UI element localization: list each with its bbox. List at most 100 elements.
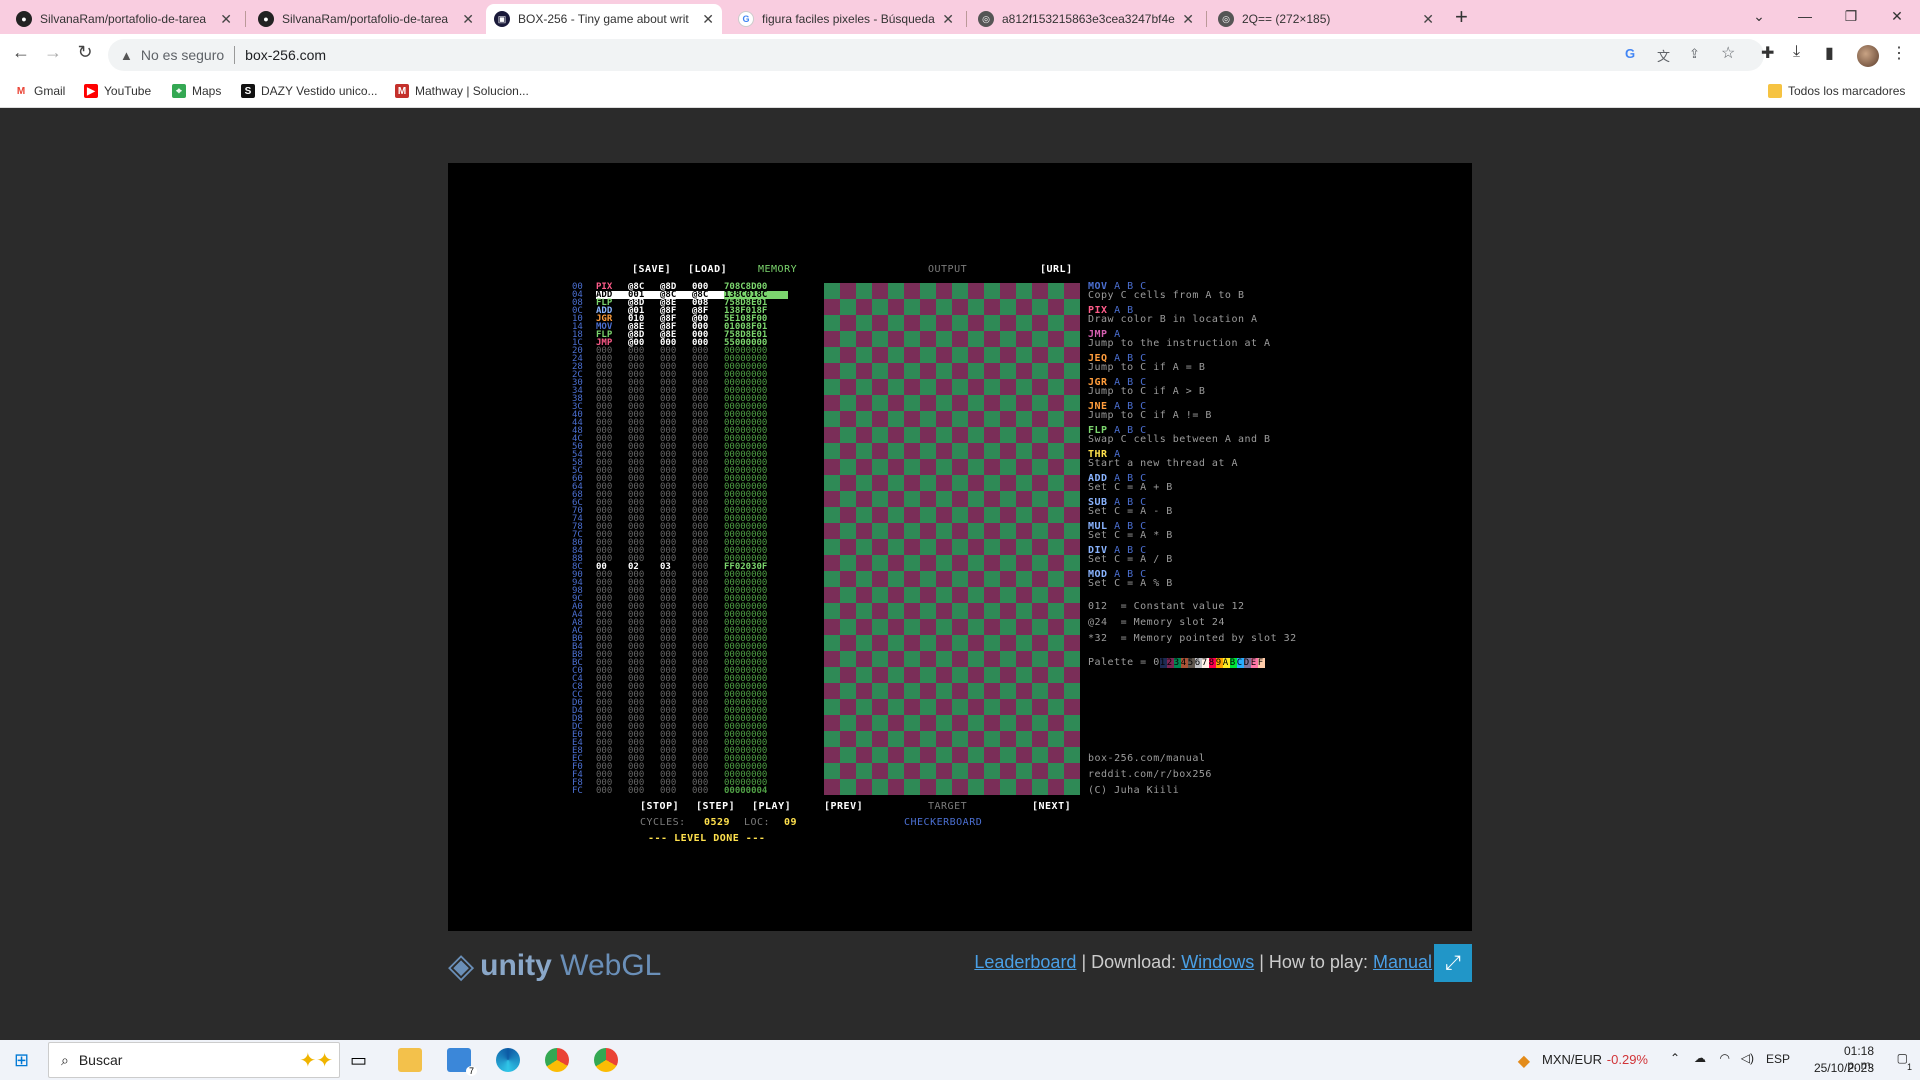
new-tab-button[interactable]: +: [1455, 4, 1468, 30]
leaderboard-link[interactable]: Leaderboard: [974, 952, 1076, 972]
next-button[interactable]: [NEXT]: [1032, 801, 1071, 812]
share-icon[interactable]: ⇪: [1689, 46, 1700, 62]
tab-1[interactable]: ● SilvanaRam/portafolio-de-tarea ✕: [8, 4, 240, 34]
translate-icon[interactable]: 文: [1657, 46, 1670, 65]
copyright: (C) Juha Kiili: [1088, 785, 1180, 796]
bookmark-youtube[interactable]: ▶ YouTube: [84, 84, 151, 98]
manual-link[interactable]: box-256.com/manual: [1088, 753, 1205, 764]
palette-swatch: 3: [1173, 658, 1181, 668]
chrome-icon[interactable]: [545, 1048, 569, 1072]
tab-4[interactable]: Gfigura faciles pixeles - Búsqueda ✕: [730, 4, 962, 34]
bookmark-dazy[interactable]: S DAZY Vestido unico...: [241, 84, 378, 98]
back-button[interactable]: ←: [8, 42, 34, 63]
close-icon[interactable]: ✕: [702, 11, 714, 28]
github-icon: ●: [258, 11, 274, 27]
save-button[interactable]: [SAVE]: [632, 264, 671, 275]
menu-icon[interactable]: ⋮: [1891, 43, 1907, 63]
palette-swatches: 123456789ABCDEF: [1159, 657, 1265, 668]
tab-5[interactable]: ◎ a812f153215863e3cea3247bf4e ✕: [970, 4, 1202, 34]
url-button[interactable]: [URL]: [1040, 264, 1073, 275]
profile-avatar[interactable]: [1857, 45, 1879, 67]
volume-icon[interactable]: ◁): [1741, 1051, 1754, 1065]
loc-value: 09: [784, 817, 798, 828]
tab-title: SilvanaRam/portafolio-de-tarea: [282, 12, 449, 26]
ref-desc-line: Set C = A % B: [1088, 578, 1173, 589]
ref-desc-line: Set C = A + B: [1088, 482, 1173, 493]
file-explorer-icon[interactable]: [398, 1048, 422, 1072]
taskbar-search[interactable]: ⌕ Buscar ✦✦: [48, 1042, 340, 1078]
ref-desc-line: Set C = A / B: [1088, 554, 1173, 565]
download-icon[interactable]: ⤓: [1793, 43, 1800, 61]
manual-link[interactable]: Manual: [1373, 952, 1432, 972]
palette-swatch: E: [1250, 658, 1258, 668]
ref-desc-line: Copy C cells from A to B: [1088, 290, 1245, 301]
level-done: --- LEVEL DONE ---: [648, 833, 766, 844]
restore-button[interactable]: ❐: [1828, 3, 1874, 29]
wifi-icon[interactable]: ◠: [1720, 1051, 1730, 1065]
windows-link[interactable]: Windows: [1181, 952, 1254, 972]
github-icon: ●: [16, 11, 32, 27]
memory-row[interactable]: FC 000 000 000 000 00000004: [572, 787, 788, 796]
youtube-icon: ▶: [84, 84, 98, 98]
close-icon[interactable]: ✕: [942, 11, 954, 28]
load-button[interactable]: [LOAD]: [688, 264, 727, 275]
chrome-profile-icon[interactable]: [594, 1048, 618, 1072]
reload-button[interactable]: ↻: [72, 42, 98, 63]
windows-start-icon[interactable]: ⊞: [14, 1050, 29, 1071]
bookmark-mathway[interactable]: M Mathway | Solucion...: [395, 84, 529, 98]
bookmark-star-icon[interactable]: ☆: [1721, 43, 1735, 63]
game-canvas[interactable]: [SAVE] [LOAD] MEMORY OUTPUT [URL] 00 PIX @…: [448, 163, 1472, 931]
bookmark-label: Mathway | Solucion...: [415, 84, 529, 98]
cloud-icon[interactable]: ☁: [1694, 1051, 1706, 1065]
play-button[interactable]: [PLAY]: [752, 801, 791, 812]
tab-search-chevron-icon[interactable]: ⌄: [1736, 3, 1782, 29]
mail-icon[interactable]: 7: [447, 1048, 477, 1076]
clock-date[interactable]: 25/10/2023: [1814, 1061, 1874, 1075]
currency-label[interactable]: MXN/EUR: [1542, 1052, 1602, 1067]
side-panel-icon[interactable]: ▮: [1825, 43, 1834, 63]
fullscreen-button[interactable]: ⤢: [1434, 944, 1472, 982]
google-lens-icon[interactable]: G: [1625, 46, 1635, 61]
stop-button[interactable]: [STOP]: [640, 801, 679, 812]
ref-description: Set C = A / B: [1088, 554, 1173, 565]
chevron-up-icon[interactable]: ⌃: [1670, 1051, 1680, 1065]
ref-desc-line: Jump to the instruction at A: [1088, 338, 1271, 349]
ref-description: Start a new thread at A: [1088, 458, 1238, 469]
bookmark-maps[interactable]: ⌖ Maps: [172, 84, 221, 98]
close-window-button[interactable]: ✕: [1874, 3, 1920, 29]
language-indicator[interactable]: ESP: [1766, 1052, 1790, 1066]
extensions-icon[interactable]: ✚: [1761, 43, 1774, 63]
tab-title: BOX-256 - Tiny game about writ: [518, 12, 689, 26]
close-icon[interactable]: ✕: [462, 11, 474, 28]
close-icon[interactable]: ✕: [220, 11, 232, 28]
tab-2[interactable]: ● SilvanaRam/portafolio-de-tarea ✕: [250, 4, 482, 34]
tab-3[interactable]: ▣ BOX-256 - Tiny game about writ ✕: [486, 4, 722, 34]
bookmark-label: Todos los marcadores: [1788, 84, 1906, 98]
ref-desc-line: Draw color B in location A: [1088, 314, 1258, 325]
ref-desc-line: Jump to C if A = B: [1088, 362, 1205, 373]
unity-text: unity: [480, 949, 552, 982]
ref-desc-line: Jump to C if A != B: [1088, 410, 1212, 421]
bookmark-label: DAZY Vestido unico...: [261, 84, 378, 98]
bookmark-gmail[interactable]: M Gmail: [14, 84, 65, 98]
close-icon[interactable]: ✕: [1182, 11, 1194, 28]
task-view-icon[interactable]: ▭: [350, 1050, 367, 1071]
step-button[interactable]: [STEP]: [696, 801, 735, 812]
minimize-button[interactable]: —: [1782, 3, 1828, 29]
close-icon[interactable]: ✕: [1422, 11, 1434, 28]
tab-6[interactable]: ◎ 2Q== (272×185) ✕: [1210, 4, 1442, 34]
separator: | How to play:: [1254, 952, 1373, 972]
globe-icon: ◎: [1218, 11, 1234, 27]
warning-icon: ▲: [120, 47, 133, 63]
ref-desc-line: Swap C cells between A and B: [1088, 434, 1271, 445]
reddit-link[interactable]: reddit.com/r/box256: [1088, 769, 1212, 780]
ref-description: Copy C cells from A to B: [1088, 290, 1245, 301]
prev-button[interactable]: [PREV]: [824, 801, 863, 812]
edge-icon[interactable]: [496, 1048, 520, 1072]
ref-description: Set C = A - B: [1088, 506, 1173, 517]
address-bar[interactable]: ▲ No es seguro box-256.com: [108, 39, 1764, 71]
note-memory: @24 = Memory slot 24: [1088, 617, 1225, 628]
forward-button[interactable]: →: [40, 42, 66, 63]
all-bookmarks[interactable]: Todos los marcadores: [1768, 84, 1905, 98]
palette-swatch: 5: [1187, 658, 1195, 668]
